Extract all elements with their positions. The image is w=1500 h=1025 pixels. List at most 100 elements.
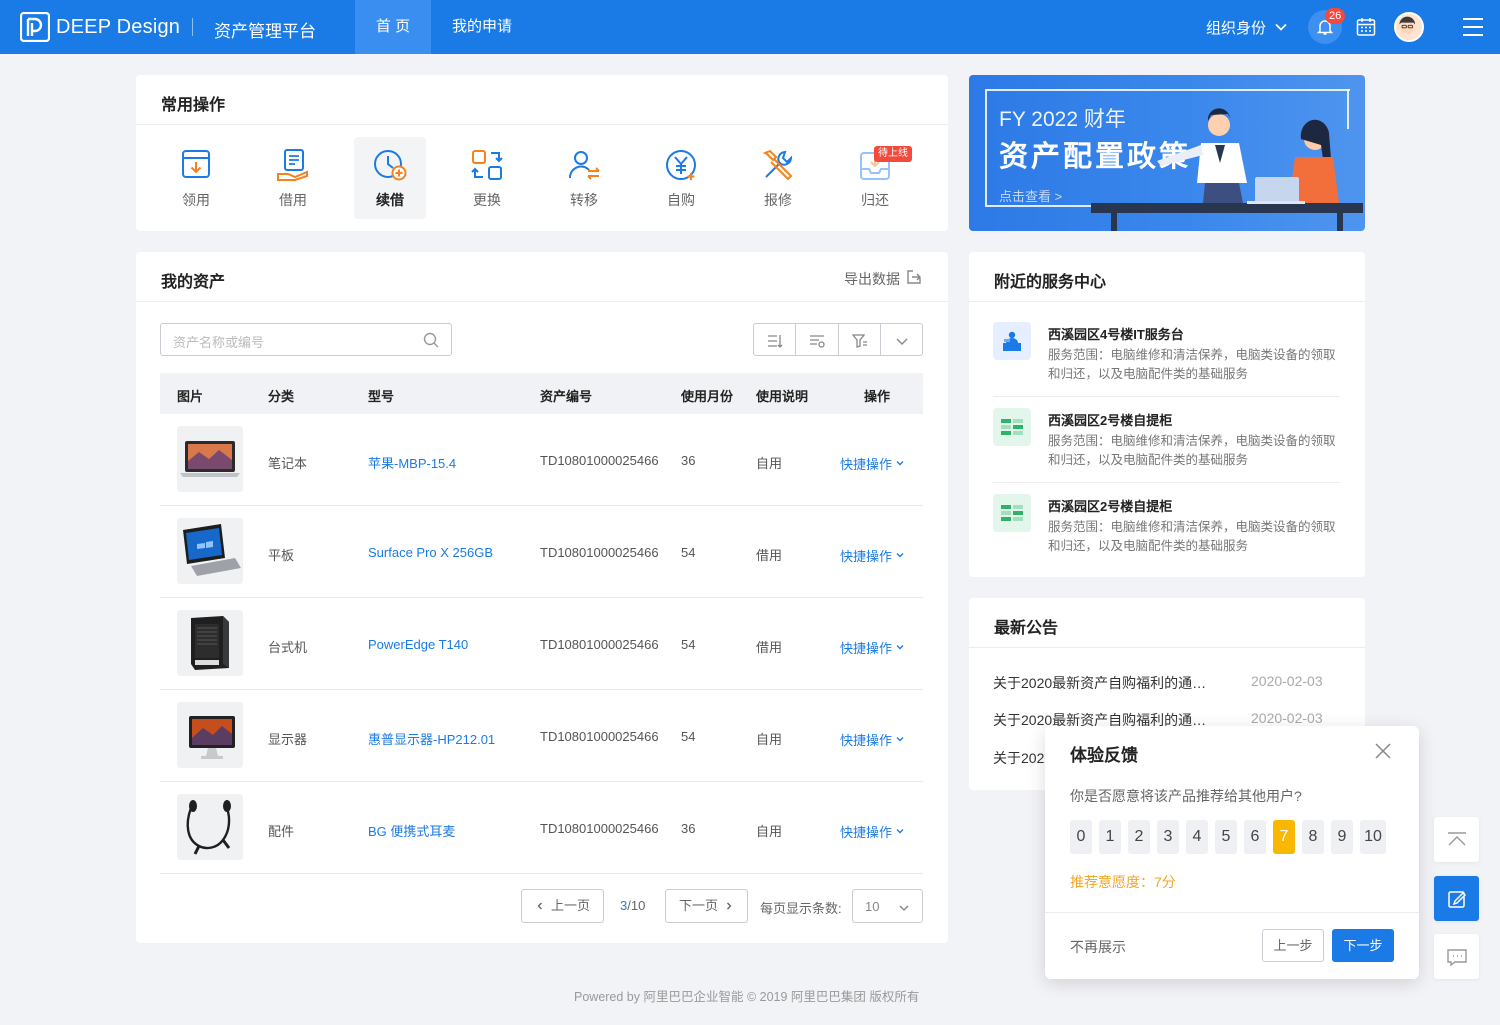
search-icon[interactable]: [423, 332, 439, 348]
col-header-usage: 使用说明: [756, 389, 809, 404]
score-option[interactable]: 3: [1157, 820, 1179, 854]
table-row: 平板 Surface Pro X 256GB TD10801000025466 …: [160, 506, 923, 598]
feedback-edit-button[interactable]: [1434, 876, 1479, 921]
chat-button[interactable]: [1434, 934, 1479, 979]
feedback-title: 体验反馈: [1070, 746, 1138, 765]
column-settings-button[interactable]: [796, 324, 839, 355]
op-replace[interactable]: 更换: [451, 137, 523, 219]
card-divider: [136, 124, 948, 125]
asset-months: 36: [681, 453, 696, 468]
filter-button[interactable]: [839, 324, 881, 355]
score-option[interactable]: 5: [1215, 820, 1237, 854]
asset-model-link[interactable]: Surface Pro X 256GB: [368, 545, 493, 560]
quick-action-dropdown[interactable]: 快捷操作: [840, 546, 892, 565]
sort-button[interactable]: [754, 324, 797, 355]
op-borrow[interactable]: 借用: [257, 137, 329, 219]
chevron-down-icon[interactable]: [895, 458, 905, 468]
asset-model-link[interactable]: BG 便携式耳麦: [368, 821, 455, 840]
score-option[interactable]: 6: [1244, 820, 1266, 854]
score-option[interactable]: 9: [1331, 820, 1353, 854]
score-option-selected[interactable]: 7: [1273, 820, 1295, 854]
score-option[interactable]: 10: [1360, 820, 1386, 854]
service-description: 服务范围：电脑维修和清洁保养，电脑类设备的领取和归还，以及电脑配件类的基础服务: [1048, 348, 1336, 381]
more-options-button[interactable]: [881, 324, 922, 355]
feedback-next-button[interactable]: 下一步: [1332, 929, 1394, 962]
filter-icon: [851, 334, 867, 348]
chevron-down-icon[interactable]: [895, 826, 905, 836]
chevron-down-icon[interactable]: [895, 550, 905, 560]
hamburger-menu-icon[interactable]: [1462, 17, 1484, 37]
locker-icon: [993, 494, 1031, 532]
asset-category: 配件: [268, 824, 295, 839]
asset-usage: 借用: [756, 548, 783, 563]
chevron-right-icon: [727, 902, 732, 910]
laptop-image: [180, 441, 240, 477]
per-page-value: 10: [865, 899, 880, 914]
footer-copyright: Powered by 阿里巴巴企业智能 © 2019 阿里巴巴集团 版权所有: [574, 990, 920, 1004]
prev-page-button[interactable]: 上一页: [521, 889, 604, 923]
asset-usage: 借用: [756, 640, 783, 655]
op-transfer[interactable]: 转移: [548, 137, 620, 219]
export-icon[interactable]: [906, 269, 922, 285]
brand-name[interactable]: DEEP Design: [56, 16, 180, 39]
chevron-down-icon[interactable]: [895, 642, 905, 652]
col-header-action: 操作: [864, 389, 891, 404]
swap-icon: [471, 150, 503, 180]
service-item[interactable]: 西溪园区4号楼IT服务台 服务范围：电脑维修和清洁保养，电脑类设备的领取和归还，…: [993, 302, 1340, 388]
quick-action-dropdown[interactable]: 快捷操作: [840, 638, 892, 657]
prev-page-label: 上一页: [550, 898, 590, 913]
dont-show-again-link[interactable]: 不再展示: [1070, 937, 1126, 957]
service-name: 西溪园区2号楼自提柜: [1048, 413, 1173, 428]
platform-name: 资产管理平台: [214, 22, 316, 41]
back-to-top-button[interactable]: [1434, 817, 1479, 862]
quick-operations-title: 常用操作: [161, 97, 226, 114]
col-header-image: 图片: [177, 389, 204, 404]
service-center-title: 附近的服务中心: [994, 274, 1107, 291]
chevron-down-icon[interactable]: [1274, 20, 1288, 34]
per-page-select[interactable]: 10: [852, 889, 923, 923]
table-row: 配件 BG 便携式耳麦 TD10801000025466 36 自用 快捷操作: [160, 782, 923, 874]
close-icon[interactable]: [1373, 741, 1393, 761]
notice-item-link[interactable]: 关于2020最新资产自购福利的通…: [993, 673, 1206, 693]
quick-action-dropdown[interactable]: 快捷操作: [840, 822, 892, 841]
export-data-button[interactable]: 导出数据: [844, 269, 900, 289]
org-identity-dropdown[interactable]: 组织身份: [1206, 17, 1266, 38]
score-option[interactable]: 8: [1302, 820, 1324, 854]
asset-category: 笔记本: [268, 456, 308, 471]
asset-search-input[interactable]: 资产名称或编号: [160, 323, 452, 356]
op-receive[interactable]: 领用: [160, 137, 232, 219]
notice-item-link[interactable]: 关于202: [993, 748, 1044, 768]
score-option[interactable]: 1: [1099, 820, 1121, 854]
chevron-down-icon[interactable]: [895, 734, 905, 744]
banner-view-link[interactable]: 点击查看 >: [999, 186, 1062, 205]
feedback-prev-button[interactable]: 上一步: [1262, 929, 1324, 962]
nav-tab-my-applications[interactable]: 我的申请: [452, 0, 512, 54]
earphones-image: [186, 800, 231, 855]
asset-model-link[interactable]: 苹果-MBP-15.4: [368, 453, 456, 472]
score-option[interactable]: 0: [1070, 820, 1092, 854]
op-renew[interactable]: 续借: [354, 137, 426, 219]
monitor-image: [189, 716, 235, 759]
calendar-icon[interactable]: [1356, 17, 1376, 37]
quick-action-dropdown[interactable]: 快捷操作: [840, 730, 892, 749]
policy-banner[interactable]: FY 2022 财年 资产配置政策 点击查看 >: [969, 75, 1365, 231]
score-option[interactable]: 2: [1128, 820, 1150, 854]
service-item[interactable]: 西溪园区2号楼自提柜 服务范围：电脑维修和清洁保养，电脑类设备的领取和归还，以及…: [993, 388, 1340, 474]
op-repair[interactable]: 报修: [742, 137, 814, 219]
asset-model-link[interactable]: 惠普显示器-HP212.01: [368, 729, 495, 748]
asset-model-link[interactable]: PowerEdge T140: [368, 637, 468, 652]
service-item[interactable]: 西溪园区2号楼自提柜 服务范围：电脑维修和清洁保养，电脑类设备的领取和归还，以及…: [993, 474, 1340, 560]
score-option[interactable]: 4: [1186, 820, 1208, 854]
nav-tab-home[interactable]: 首 页: [355, 0, 431, 54]
notice-date: 2020-02-03: [1251, 673, 1323, 689]
asset-usage: 自用: [756, 732, 783, 747]
service-center-card: 附近的服务中心 西溪园区4号楼IT服务台 服务范围：电脑维修和清洁保养，电脑类设…: [969, 252, 1365, 577]
table-row: 笔记本 苹果-MBP-15.4 TD10801000025466 36 自用 快…: [160, 414, 923, 506]
op-self-purchase[interactable]: 自购: [645, 137, 717, 219]
deep-logo-icon[interactable]: [20, 12, 50, 42]
user-avatar[interactable]: [1394, 12, 1424, 42]
col-header-category: 分类: [268, 389, 295, 404]
next-page-button[interactable]: 下一页: [665, 889, 748, 923]
quick-action-dropdown[interactable]: 快捷操作: [840, 454, 892, 473]
asset-code: TD10801000025466: [540, 821, 659, 836]
